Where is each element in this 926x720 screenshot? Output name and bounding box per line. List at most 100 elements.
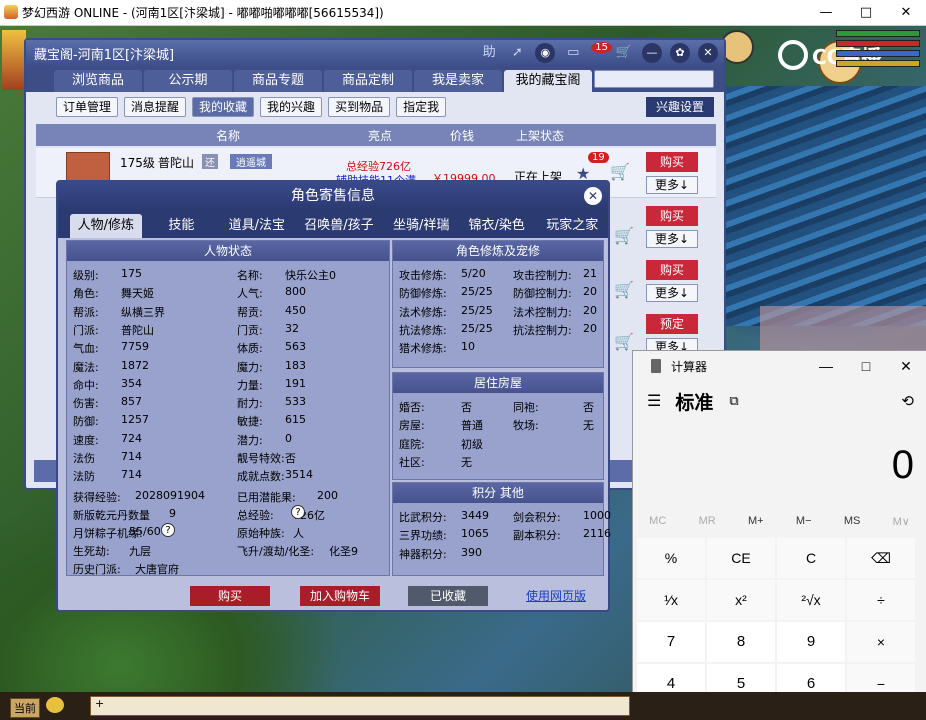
role-buy-button[interactable]: 购买 <box>190 586 270 606</box>
keep-on-top-icon[interactable]: ⧉ <box>729 393 738 409</box>
history-icon[interactable]: ⟲ <box>901 392 914 410</box>
calc-key-2[interactable]: C <box>777 538 845 578</box>
minimize-button[interactable]: — <box>806 0 846 26</box>
gear-icon[interactable]: ✿ <box>670 43 690 63</box>
calc-key-9[interactable]: 8 <box>707 622 775 662</box>
subtab-assigned[interactable]: 指定我 <box>396 97 447 117</box>
extra-7-label: 飞升/渡劫/化圣: <box>237 545 315 558</box>
cart-icon[interactable]: 🛒 <box>614 43 634 63</box>
more-button-2[interactable]: 更多↓ <box>646 230 698 248</box>
message-icon[interactable]: ▭ <box>563 43 583 63</box>
calc-key-0[interactable]: % <box>637 538 705 578</box>
share-icon[interactable]: ➚ <box>507 43 527 63</box>
tab-mounts[interactable]: 坐骑/祥瑞 <box>385 214 457 238</box>
cult-1-value: 25/25 <box>461 285 493 299</box>
tab-custom[interactable]: 商品定制 <box>324 70 412 92</box>
settings-icon[interactable]: ◉ <box>535 43 556 63</box>
buy-button-3[interactable]: 购买 <box>646 260 698 280</box>
attr-2-label: 帮贡: <box>237 305 263 319</box>
calc-maximize-button[interactable]: □ <box>846 351 886 381</box>
extra-8-label: 历史门派: <box>73 563 121 576</box>
channel-button[interactable]: 当前 <box>10 698 40 718</box>
tab-outfit[interactable]: 锦衣/染色 <box>461 214 533 238</box>
calc-key-5[interactable]: x² <box>707 580 775 620</box>
mc-button[interactable]: MC <box>649 515 666 528</box>
memory-list-button[interactable]: M∨ <box>893 515 910 528</box>
tab-browse[interactable]: 浏览商品 <box>54 70 142 92</box>
cart-add-icon[interactable]: 🛒 <box>614 332 634 351</box>
help-button[interactable]: 助 <box>479 43 499 63</box>
cultb-3-label: 抗法控制力: <box>513 323 572 337</box>
subtab-favorites[interactable]: 我的收藏 <box>192 97 255 117</box>
cart-add-icon[interactable]: 🛒 <box>610 162 630 181</box>
cult-0-value: 5/20 <box>461 267 486 280</box>
cult-1-label: 防御修炼: <box>399 287 447 301</box>
subtab-messages[interactable]: 消息提醒 <box>124 97 187 117</box>
tab-seller[interactable]: 我是卖家 <box>414 70 502 92</box>
cart-add-icon[interactable]: 🛒 <box>614 280 634 299</box>
status-header: 人物状态 <box>67 241 389 261</box>
m-minus-button[interactable]: M− <box>796 515 812 528</box>
tab-skills[interactable]: 技能 <box>146 214 218 238</box>
calc-close-button[interactable]: ✕ <box>886 351 926 381</box>
calc-minimize-button[interactable]: — <box>806 351 846 381</box>
ms-button[interactable]: MS <box>844 515 861 528</box>
subtab-interests[interactable]: 我的兴趣 <box>260 97 323 117</box>
buy-column: 购买 更多↓ <box>646 260 700 302</box>
interest-settings-button[interactable]: 兴趣设置 <box>645 97 714 117</box>
search-input[interactable] <box>594 70 714 88</box>
favorited-button[interactable]: 已收藏 <box>408 586 488 606</box>
tab-my-pavilion[interactable]: 我的藏宝阁 <box>504 70 592 92</box>
reserve-button[interactable]: 预定 <box>646 314 698 334</box>
table-header: 名称 亮点 价钱 上架状态 <box>36 124 716 146</box>
close-button[interactable]: ✕ <box>886 0 926 26</box>
extra-2-value: 9 <box>169 507 176 520</box>
shop-tabs: 浏览商品 公示期 商品专题 商品定制 我是卖家 我的藏宝阁 <box>26 66 724 92</box>
calc-key-10[interactable]: 9 <box>777 622 845 662</box>
tab-home[interactable]: 玩家之家 <box>536 214 608 238</box>
attr-8-value: 615 <box>285 413 306 427</box>
calc-key-6[interactable]: ²√x <box>777 580 845 620</box>
more-button-3[interactable]: 更多↓ <box>646 284 698 302</box>
tab-pets[interactable]: 召唤兽/孩子 <box>297 214 382 238</box>
tab-items[interactable]: 道具/法宝 <box>221 214 293 238</box>
buy-button-1[interactable]: 购买 <box>646 152 698 172</box>
close-icon[interactable]: ✕ <box>698 43 718 63</box>
calc-key-1[interactable]: CE <box>707 538 775 578</box>
maximize-button[interactable]: □ <box>846 0 886 26</box>
houseb-0-label: 同袍: <box>513 401 539 414</box>
calc-key-3[interactable]: ⌫ <box>847 538 915 578</box>
calc-key-4[interactable]: ¹⁄x <box>637 580 705 620</box>
use-web-version-link[interactable]: 使用网页版 <box>526 586 586 606</box>
calc-key-8[interactable]: 7 <box>637 622 705 662</box>
chat-input[interactable]: + <box>90 696 630 716</box>
extra-5-value: 人 <box>293 527 304 540</box>
calc-key-11[interactable]: × <box>847 622 915 662</box>
minimize-icon[interactable]: — <box>642 43 662 63</box>
mr-button[interactable]: MR <box>699 515 716 528</box>
tab-character[interactable]: 人物/修炼 <box>70 214 142 238</box>
cart-add-icon[interactable]: 🛒 <box>614 226 634 245</box>
calc-mode: 标准 <box>675 392 714 414</box>
calc-key-7[interactable]: ÷ <box>847 580 915 620</box>
score-0-label: 比武积分: <box>399 511 447 524</box>
attr-8-label: 敏捷: <box>237 415 263 429</box>
subtab-bought[interactable]: 买到物品 <box>328 97 391 117</box>
subtab-orders[interactable]: 订单管理 <box>56 97 119 117</box>
buy-button-2[interactable]: 购买 <box>646 206 698 226</box>
role-close-icon[interactable]: ✕ <box>584 187 602 205</box>
more-button-1[interactable]: 更多↓ <box>646 176 698 194</box>
extra-2-label: 新版乾元丹数量 <box>73 509 150 522</box>
help-question-icon[interactable]: ? <box>291 505 305 519</box>
menu-icon[interactable]: ☰ <box>647 391 661 411</box>
tab-public[interactable]: 公示期 <box>144 70 232 92</box>
help-question-icon[interactable]: ? <box>161 523 175 537</box>
server-tag: 逍遥城 <box>230 154 272 169</box>
house-panel: 居住房屋 婚否: 否同袍: 否房屋: 普通 牧场: 无庭院: 初级 社区: 无 <box>392 372 604 480</box>
window-titlebar: 梦幻西游 ONLINE - (河南1区[汴梁城] - 嘟嘟啪嘟嘟嘟[566155… <box>0 0 926 26</box>
m-plus-button[interactable]: M+ <box>748 515 764 528</box>
stat-3-value: 普陀山 <box>121 323 154 337</box>
emoji-icon[interactable] <box>46 697 64 713</box>
tab-topics[interactable]: 商品专题 <box>234 70 322 92</box>
add-to-cart-button[interactable]: 加入购物车 <box>300 586 380 606</box>
